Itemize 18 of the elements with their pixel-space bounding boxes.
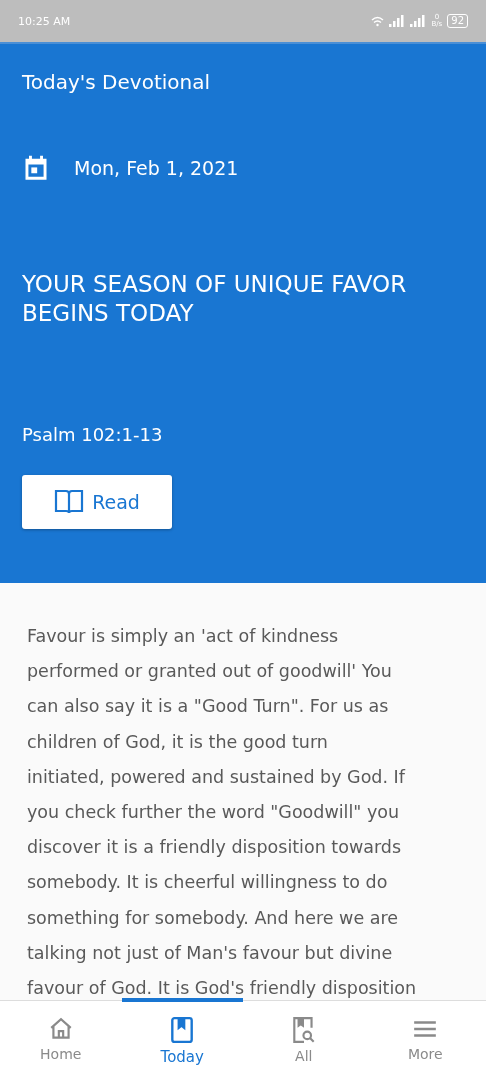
read-button[interactable]: Read [22, 475, 172, 529]
wifi-icon [371, 15, 385, 27]
page-title: Today's Devotional [22, 70, 212, 94]
battery-level: 92 [447, 14, 468, 28]
signal-icon [389, 15, 406, 27]
nav-tab[interactable]: All [243, 998, 365, 1080]
devotional-headline: YOUR SEASON OF UNIQUE FAVOR BEGINS TODAY [22, 270, 408, 328]
devotional-text: Favour is simply an 'act of kindness performed or granted out of goodwill' You can also say it is a "Good Turn". For us as children of God, it is the good turn initiated, powered and sustained by God. If you check further the word "Goodwill" you discover it is a friendly disposition towards somebody. It is cheerful willingness to do something for somebody. And here we are talking not just of Man's favour but divine favour of God. It is God's friendly disposition [27, 625, 418, 1000]
book-icon [54, 488, 85, 516]
status-time: 10:25 AM [18, 14, 71, 28]
nav-tab[interactable]: More [364, 998, 486, 1080]
scripture-reference: Psalm 102:1-13 [22, 424, 164, 445]
nav-tab[interactable]: Home [0, 998, 122, 1080]
nav-tab[interactable]: Today [121, 998, 243, 1080]
signal-icon [410, 15, 427, 27]
bookmark-book-icon [169, 1016, 196, 1044]
devotional-date: Mon, Feb 1, 2021 [74, 157, 239, 179]
book-search-icon [290, 1016, 317, 1044]
